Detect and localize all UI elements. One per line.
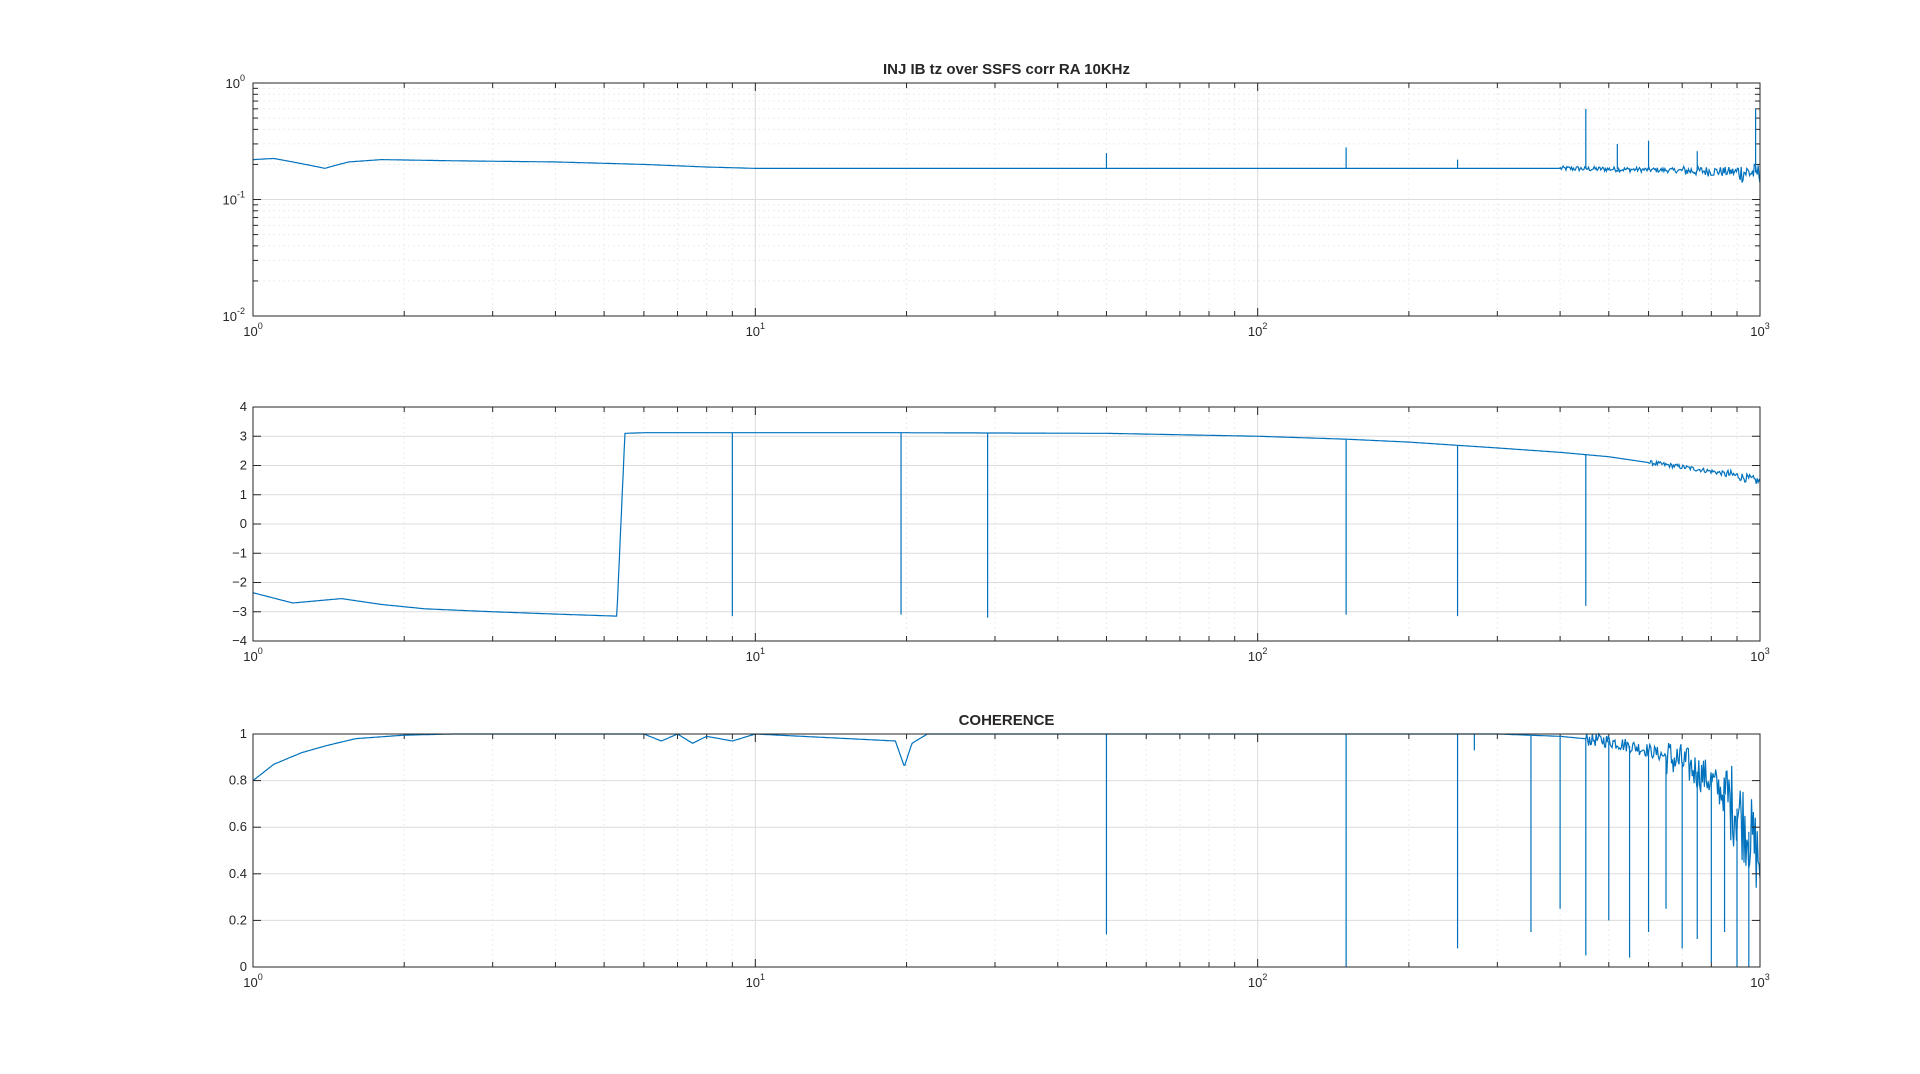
axes-coherence: 100 101 102 10300.20.40.60.81COHERENCE [229,712,1770,990]
x-tick-exponent: 0 [258,321,263,331]
x-tick-exponent: 0 [258,646,263,656]
y-tick-label: −2 [232,575,247,590]
y-tick-label: 0.8 [229,773,247,788]
y-tick-label: 0 [240,959,247,974]
axes-magnitude: 100 101 102 10310-210-1100 INJ IB tz over SS… [223,61,1770,339]
y-tick-exponent: 0 [240,73,245,83]
x-tick-exponent: 3 [1765,321,1770,331]
y-tick-exponent: -1 [237,190,245,200]
y-tick-label: 3 [240,428,247,443]
x-tick-exponent: 0 [258,972,263,982]
x-tick-exponent: 2 [1262,972,1267,982]
x-tick-exponent: 1 [760,646,765,656]
x-tick-exponent: 3 [1765,972,1770,982]
figure: 100 101 102 10310-210-1100 INJ IB tz over SS… [0,0,1920,1074]
y-tick-exponent: -2 [237,306,245,316]
y-tick-label: 4 [240,399,247,414]
y-tick-label: 0 [240,516,247,531]
y-tick-label: 1 [240,726,247,741]
x-tick-exponent: 1 [760,972,765,982]
x-tick-exponent: 2 [1262,321,1267,331]
y-tick-label: 0.2 [229,912,247,927]
y-tick-label: 0.6 [229,819,247,834]
chart-title-coherence: COHERENCE [959,712,1055,729]
chart-title-magnitude: INJ IB tz over SSFS corr RA 10KHz [883,61,1130,78]
y-tick-label: 0.4 [229,866,247,881]
x-tick-exponent: 1 [760,321,765,331]
y-tick-label: −3 [232,604,247,619]
plot-area-coherence [253,734,1760,967]
axes-phase: 100 101 102 103−4−3−2−101234 [232,399,1770,664]
x-tick-exponent: 2 [1262,646,1267,656]
x-tick-exponent: 3 [1765,646,1770,656]
y-tick-label: −4 [232,633,247,648]
y-tick-label: 2 [240,458,247,473]
y-tick-label: 1 [240,487,247,502]
y-tick-label: −1 [232,545,247,560]
